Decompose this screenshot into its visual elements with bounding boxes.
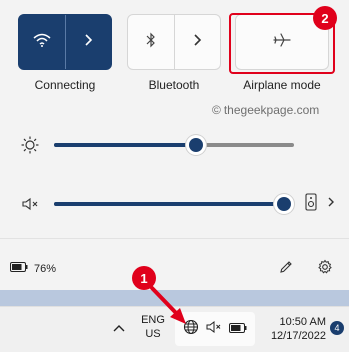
watermark-text: thegeekpage.com — [223, 103, 320, 117]
wifi-tile[interactable] — [18, 14, 112, 70]
bluetooth-expand-button[interactable] — [173, 15, 220, 69]
volume-slider-row — [18, 192, 338, 216]
bluetooth-icon — [146, 32, 156, 53]
desktop-background — [0, 290, 349, 306]
volume-slider-thumb[interactable] — [277, 197, 291, 211]
quick-settings-panel: Connecting Bluetooth Airplane mode 2 © t… — [0, 0, 349, 290]
panel-divider — [0, 238, 349, 239]
clock-time: 10:50 AM — [279, 316, 326, 328]
globe-network-icon — [183, 319, 199, 340]
chevron-right-icon — [192, 33, 202, 52]
battery-icon — [229, 320, 247, 338]
battery-status[interactable]: 76% — [10, 262, 56, 275]
annotation-badge-2: 2 — [313, 6, 337, 30]
edit-quick-settings-button[interactable] — [275, 258, 297, 280]
chevron-right-icon — [83, 33, 93, 52]
volume-muted-icon — [206, 320, 222, 339]
language-line-2: US — [145, 328, 161, 340]
bluetooth-tile[interactable] — [127, 14, 221, 70]
pencil-icon — [278, 259, 294, 280]
input-language-indicator[interactable]: ENG US — [138, 313, 168, 341]
brightness-icon — [18, 135, 42, 155]
volume-expand-button[interactable] — [324, 192, 338, 216]
gear-icon — [317, 259, 333, 280]
clock[interactable]: 10:50 AM 12/17/2022 — [260, 315, 326, 343]
settings-button[interactable] — [314, 258, 336, 280]
battery-percentage: 76% — [34, 262, 57, 275]
airplane-mode-tile-label: Airplane mode — [243, 78, 321, 92]
notification-count-badge[interactable]: 4 — [330, 321, 344, 335]
annotation-badge-1: 1 — [132, 266, 156, 290]
volume-track-fill — [54, 202, 284, 206]
wifi-tile-label: Connecting — [34, 78, 96, 92]
taskbar: ENG US 10:50 AM 12/17/2022 4 — [0, 306, 349, 352]
wifi-toggle-button[interactable] — [19, 15, 65, 69]
chevron-up-icon — [113, 319, 125, 337]
bluetooth-tile-label: Bluetooth — [148, 78, 200, 92]
system-tray-group[interactable] — [175, 312, 255, 346]
brightness-slider-thumb[interactable] — [188, 138, 203, 152]
wifi-expand-button[interactable] — [64, 15, 111, 69]
volume-muted-icon[interactable] — [18, 194, 42, 214]
brightness-slider-row — [18, 133, 338, 157]
bluetooth-toggle-button[interactable] — [128, 15, 174, 69]
clock-date: 12/17/2022 — [270, 330, 326, 342]
speaker-device-button[interactable] — [301, 192, 321, 216]
battery-icon — [10, 262, 28, 275]
speaker-device-icon — [305, 192, 317, 216]
watermark: © thegeekpage.com — [212, 103, 319, 117]
copyright-symbol: © — [212, 103, 221, 117]
chevron-right-icon — [327, 195, 335, 213]
wifi-icon — [33, 33, 51, 52]
brightness-track-fill — [54, 143, 196, 147]
show-hidden-icons-button[interactable] — [108, 317, 130, 339]
language-line-1: ENG — [141, 314, 165, 326]
